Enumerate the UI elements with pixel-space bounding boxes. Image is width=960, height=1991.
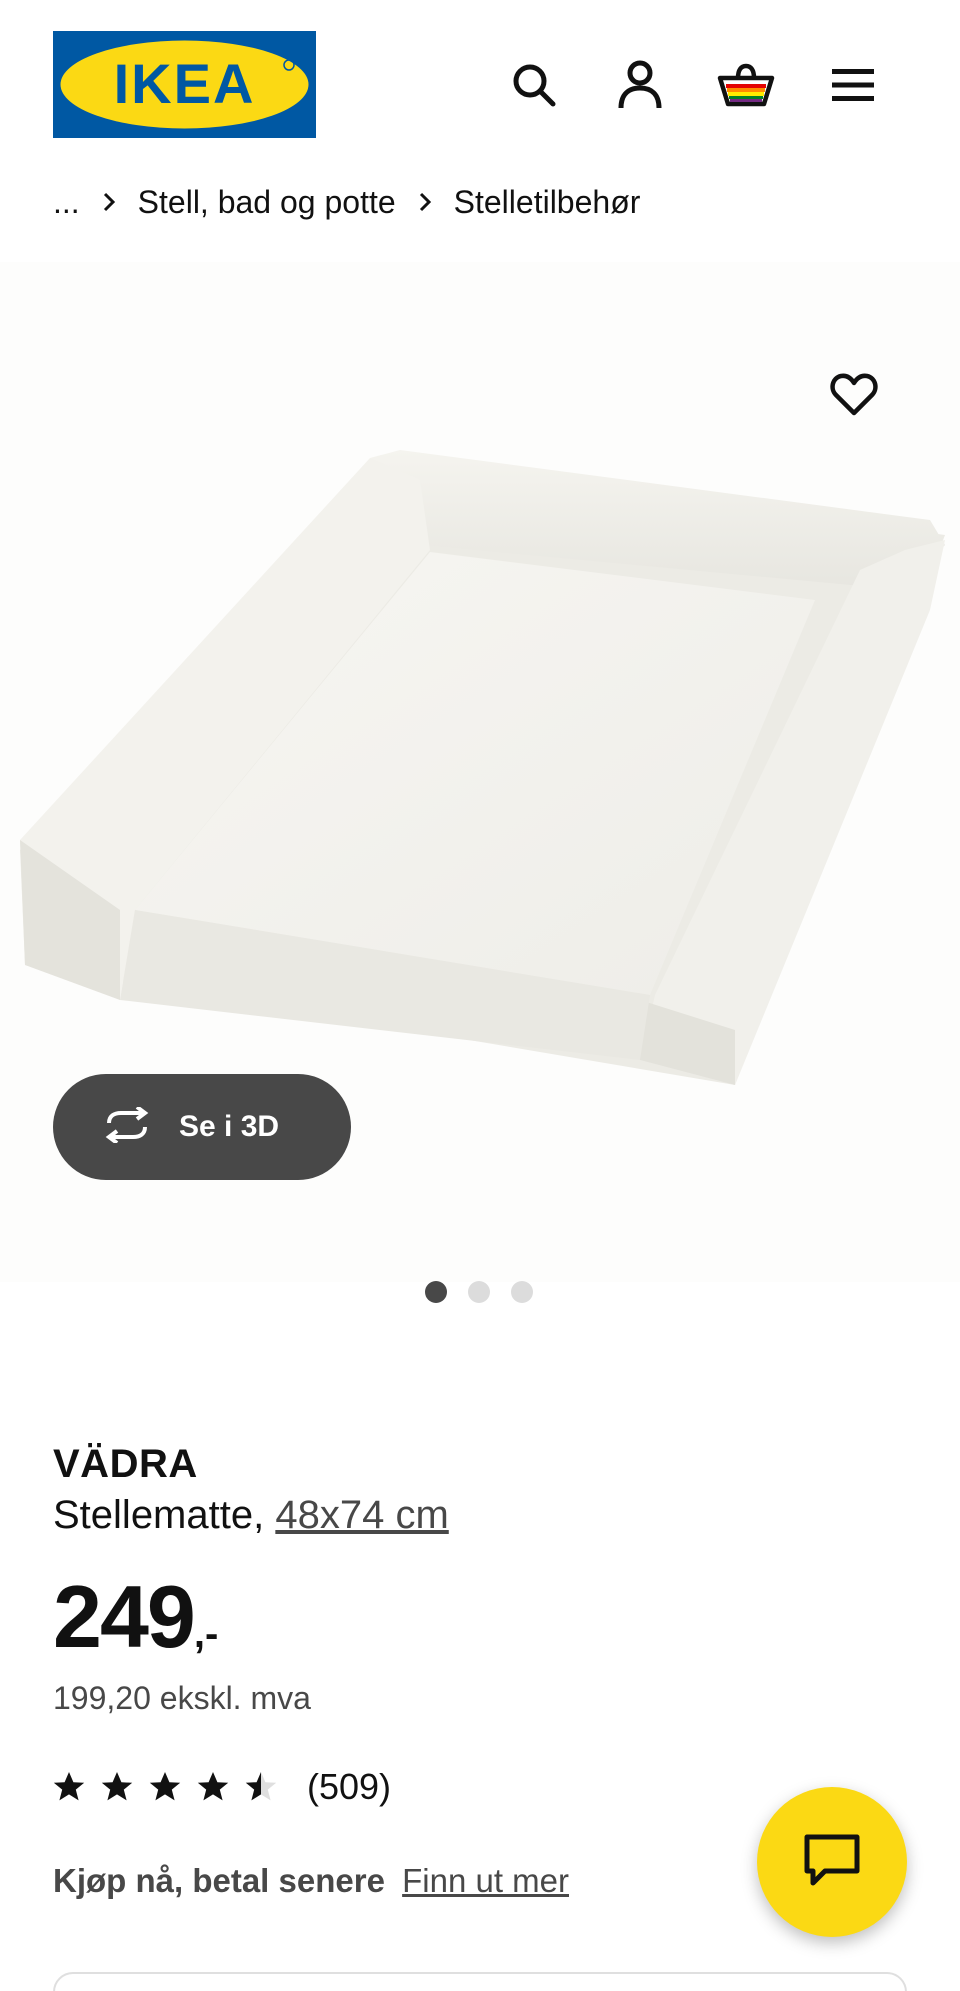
star-icon xyxy=(53,1772,85,1801)
gallery-dot-3[interactable] xyxy=(511,1281,533,1303)
star-icon xyxy=(101,1772,133,1801)
chevron-right-icon xyxy=(80,191,138,213)
price-decimal: ,- xyxy=(193,1612,219,1656)
product-image[interactable] xyxy=(0,440,960,1100)
rating-count: (509) xyxy=(307,1766,392,1807)
star-icon xyxy=(149,1772,181,1801)
breadcrumb-item-stelletilbehor[interactable]: Stelletilbehør xyxy=(454,184,641,221)
chat-bubble-icon xyxy=(803,1833,861,1892)
breadcrumb-item-stell-bad-og-potte[interactable]: Stell, bad og potte xyxy=(138,184,396,221)
product-type: Stellematte, xyxy=(53,1493,265,1537)
search-icon[interactable] xyxy=(504,55,564,115)
star-icon xyxy=(197,1772,229,1801)
product-description: Stellematte, 48x74 cm xyxy=(53,1493,449,1538)
user-icon[interactable] xyxy=(610,55,670,115)
product-size-link[interactable]: 48x74 cm xyxy=(275,1493,448,1537)
site-header: IKEA xyxy=(0,0,960,150)
view-in-3d-label: Se i 3D xyxy=(179,1110,280,1143)
cart-icon[interactable] xyxy=(716,55,776,115)
breadcrumb: ... Stell, bad og potte Stelletilbehør xyxy=(53,178,640,226)
product-rating[interactable]: (509) xyxy=(53,1762,391,1812)
rotate-3d-icon xyxy=(99,1104,155,1148)
chevron-right-icon xyxy=(396,191,454,213)
product-price: 249 ,- xyxy=(53,1566,218,1668)
product-name: VÄDRA xyxy=(53,1442,198,1486)
bnpl-learn-more-link[interactable]: Finn ut mer xyxy=(402,1862,569,1899)
ikea-logo[interactable]: IKEA xyxy=(53,31,316,138)
half-star-icon xyxy=(245,1772,277,1801)
favorite-heart-icon[interactable] xyxy=(824,365,884,425)
chat-button[interactable] xyxy=(757,1787,907,1937)
view-in-3d-button[interactable]: Se i 3D xyxy=(53,1074,351,1180)
logo-wordmark: IKEA xyxy=(114,52,256,115)
buy-now-pay-later: Kjøp nå, betal senere Finn ut mer xyxy=(53,1862,569,1900)
product-options-card[interactable] xyxy=(53,1972,907,1991)
price-ex-vat: 199,20 ekskl. mva xyxy=(53,1680,311,1716)
rating-stars xyxy=(53,1771,277,1803)
bnpl-title: Kjøp nå, betal senere xyxy=(53,1862,385,1899)
gallery-pagination xyxy=(425,1281,533,1303)
menu-icon[interactable] xyxy=(823,55,883,115)
price-integer: 249 xyxy=(53,1567,196,1666)
gallery-dot-2[interactable] xyxy=(468,1281,490,1303)
gallery-dot-1[interactable] xyxy=(425,1281,447,1303)
breadcrumb-ellipsis[interactable]: ... xyxy=(53,184,80,221)
